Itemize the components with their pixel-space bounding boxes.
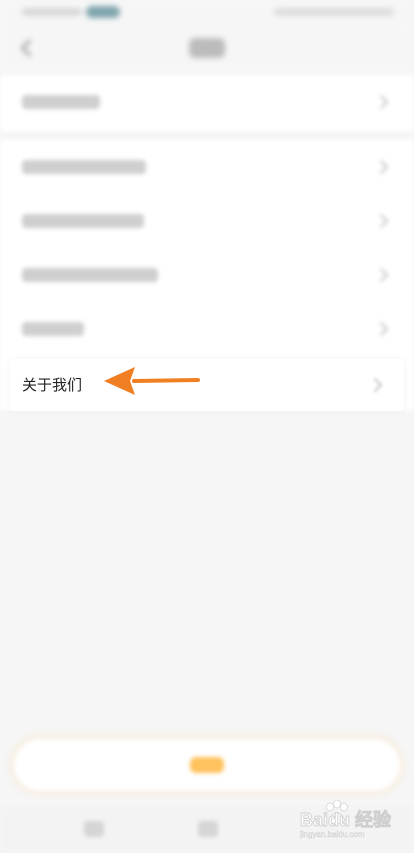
nav-back-button[interactable] <box>84 821 104 837</box>
chevron-right-icon <box>370 376 386 394</box>
page-title <box>189 38 225 58</box>
baidu-jingyan-logo: Baidu 经验 jingyan.baidu.com <box>298 799 408 840</box>
settings-row-2-label <box>22 160 146 174</box>
status-time <box>22 8 82 16</box>
watermark-subtext: jingyan.baidu.com <box>299 830 365 839</box>
about-us-label: 关于我们 <box>22 376 83 394</box>
status-icons-blob <box>274 8 394 16</box>
status-left <box>22 6 122 18</box>
status-bar <box>0 0 414 26</box>
primary-button[interactable] <box>14 739 400 791</box>
nav-home-button[interactable] <box>198 821 218 837</box>
settings-row-1-label <box>22 95 100 109</box>
settings-row-4-label <box>22 268 158 282</box>
settings-row-4[interactable] <box>0 248 414 302</box>
watermark-text: Baidu 经验 <box>300 809 392 830</box>
primary-button-label <box>190 757 224 773</box>
nav-bar <box>0 26 414 70</box>
settings-row-3[interactable] <box>0 194 414 248</box>
chevron-left-icon[interactable] <box>16 37 38 59</box>
arrow-left-icon <box>100 363 210 399</box>
chevron-right-icon <box>376 320 392 338</box>
settings-row-5-label <box>22 322 84 336</box>
chevron-right-icon <box>376 266 392 284</box>
chevron-right-icon <box>376 158 392 176</box>
settings-row-1[interactable] <box>0 75 414 129</box>
chevron-right-icon <box>376 212 392 230</box>
settings-group-1 <box>0 75 414 131</box>
bottom-area <box>0 725 414 805</box>
status-pill <box>86 6 120 18</box>
settings-row-3-label <box>22 214 144 228</box>
chevron-right-icon <box>376 93 392 111</box>
settings-row-2[interactable] <box>0 140 414 194</box>
status-icons <box>274 6 394 18</box>
settings-row-5[interactable] <box>0 302 414 356</box>
